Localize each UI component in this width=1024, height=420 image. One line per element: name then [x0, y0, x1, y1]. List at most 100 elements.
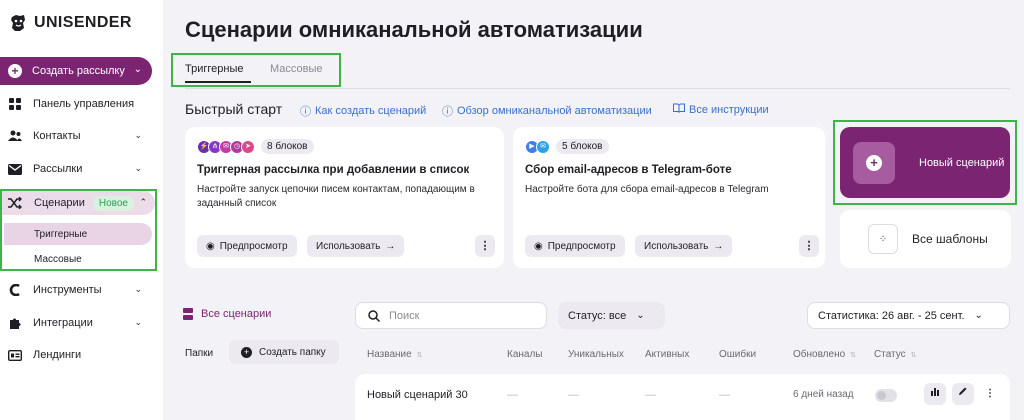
sidebar-item-integrations[interactable]: Интеграции ⌄ [0, 309, 160, 337]
tab-mass[interactable]: Массовые [270, 63, 323, 75]
chevron-down-icon[interactable]: ⌄ [134, 130, 142, 141]
preview-button[interactable]: ◉ Предпросмотр [197, 235, 297, 257]
sidebar-item-contacts[interactable]: Контакты ⌄ [0, 122, 160, 150]
logo[interactable]: UNISENDER [8, 13, 132, 33]
search-placeholder: Поиск [389, 309, 420, 322]
column-label: Активных [645, 349, 690, 360]
chevron-down-icon[interactable]: ⌄ [134, 64, 142, 75]
more-options-button[interactable]: ⋮ [475, 235, 495, 257]
all-scenarios-item[interactable]: Все сценарии [183, 308, 271, 320]
pencil-icon [959, 387, 967, 395]
unique-value: — [568, 389, 579, 401]
sidebar-item-label: Инструменты [33, 284, 102, 296]
table-row[interactable]: Новый сценарий 30 — — — — 6 дней назад ⋮ [355, 374, 1010, 420]
column-header-updated[interactable]: Обновлено ⇅ [793, 349, 856, 360]
column-label: Название [367, 349, 412, 360]
use-label: Использовать [316, 240, 381, 252]
new-scenario-button[interactable]: + Новый сценарий [840, 127, 1010, 198]
tabs-highlight-box: Триггерные Массовые [171, 53, 341, 87]
chevron-down-icon: ⌄ [974, 310, 983, 321]
more-options-button[interactable]: ⋮ [799, 235, 819, 257]
create-mailing-label: Создать рассылку [32, 65, 125, 77]
new-badge: Новое [92, 195, 134, 211]
sidebar-subitem-mass[interactable]: Массовые [4, 248, 152, 270]
mail-icon [8, 162, 22, 176]
stack-icon [183, 308, 193, 320]
link-all-guides[interactable]: Все инструкции [673, 103, 769, 116]
column-header-channels: Каналы [507, 349, 543, 360]
updated-value: 6 дней назад [793, 389, 854, 400]
sidebar-item-label: Контакты [33, 130, 81, 142]
preview-button[interactable]: ◉ Предпросмотр [525, 235, 625, 257]
main-content: Сценарии омниканальной автоматизации Три… [163, 0, 1024, 420]
column-header-status[interactable]: Статус ⇅ [874, 349, 917, 360]
logo-dog-icon [11, 15, 25, 31]
column-header-errors: Ошибки [719, 349, 756, 360]
plus-icon: + [241, 346, 252, 358]
active-value: — [645, 389, 656, 401]
column-header-unique: Уникальных [568, 349, 624, 360]
sidebar-item-mailings[interactable]: Рассылки ⌄ [0, 155, 160, 183]
shuffle-icon [8, 196, 22, 210]
blocks-count-badge: 5 блоков [556, 139, 609, 154]
sidebar-item-label: Рассылки [33, 163, 83, 175]
status-filter-label: Статус: все [568, 309, 627, 322]
sidebar-item-tools[interactable]: Инструменты ⌄ [0, 276, 160, 304]
chevron-down-icon[interactable]: ⌄ [134, 317, 142, 328]
scenario-name[interactable]: Новый сценарий 30 [367, 389, 468, 401]
stats-period-label: Статистика: 26 авг. - 25 сент. [818, 309, 965, 322]
edit-button[interactable] [952, 383, 974, 405]
column-label: Статус [874, 349, 906, 360]
create-folder-button[interactable]: + Создать папку [229, 340, 339, 364]
template-card[interactable]: ⚡ ⋔ ✉ ◷ ➤ 8 блоков Триггерная рассылка п… [185, 127, 504, 268]
column-label: Ошибки [719, 349, 757, 360]
use-template-button[interactable]: Использовать → [307, 235, 405, 257]
create-folder-label: Создать папку [259, 346, 326, 358]
arrow-right-icon: → [713, 240, 724, 252]
stats-button[interactable] [924, 383, 946, 405]
tab-trigger[interactable]: Триггерные [185, 63, 243, 75]
column-label: Обновлено [793, 349, 846, 360]
sort-icon: ⇅ [416, 351, 423, 359]
sidebar-item-dashboard[interactable]: Панель управления [0, 90, 160, 118]
status-filter-dropdown[interactable]: Статус: все ⌄ [558, 302, 665, 329]
column-header-active: Активных [645, 349, 689, 360]
sort-icon: ⇅ [910, 351, 917, 359]
tabs-divider [185, 88, 1010, 89]
chevron-down-icon[interactable]: ⌄ [134, 284, 142, 295]
preview-label: Предпросмотр [219, 240, 288, 252]
sort-icon: ⇅ [850, 351, 857, 359]
chevron-up-icon[interactable]: ⌃ [139, 197, 147, 208]
grid-icon: ⁘ [868, 224, 898, 254]
link-how-to-create[interactable]: ⓘ Как создать сценарий [300, 103, 426, 119]
preview-label: Предпросмотр [547, 240, 616, 252]
page-title: Сценарии омниканальной автоматизации [185, 17, 643, 42]
link-label: Все инструкции [689, 103, 769, 116]
use-template-button[interactable]: Использовать → [635, 235, 733, 257]
sidebar-item-landings[interactable]: Лендинги [0, 341, 160, 369]
template-card[interactable]: ▶ ✉ 5 блоков Сбор email-адресов в Telegr… [513, 127, 825, 268]
blocks-count-badge: 8 блоков [261, 139, 314, 154]
search-input[interactable]: Поиск [355, 302, 547, 329]
create-mailing-button[interactable]: + Создать рассылку ⌄ [0, 57, 152, 85]
sidebar-item-scenarios[interactable]: Сценарии Новое ⌃ [2, 191, 155, 215]
stats-period-dropdown[interactable]: Статистика: 26 авг. - 25 сент. ⌄ [807, 302, 1010, 329]
column-header-name[interactable]: Название ⇅ [367, 349, 423, 360]
channel-icons: ▶ ✉ 5 блоков [525, 139, 609, 154]
chevron-down-icon[interactable]: ⌄ [134, 163, 142, 174]
sidebar-subitem-trigger[interactable]: Триггерные [4, 223, 152, 245]
link-label: Как создать сценарий [315, 105, 427, 117]
contacts-icon [8, 129, 22, 143]
chevron-down-icon: ⌄ [636, 310, 645, 321]
column-label: Каналы [507, 349, 543, 360]
active-tab-underline [185, 81, 251, 83]
scenarios-highlight-box: Сценарии Новое ⌃ Триггерные Массовые [0, 189, 157, 271]
link-omni-overview[interactable]: ⓘ Обзор омниканальной автоматизации [442, 103, 652, 119]
plus-icon: + [8, 64, 22, 78]
status-toggle[interactable] [875, 389, 897, 402]
tools-icon [8, 283, 22, 297]
all-templates-button[interactable]: ⁘ Все шаблоны [840, 210, 1011, 268]
puzzle-icon [8, 316, 22, 330]
more-options-button[interactable]: ⋮ [979, 383, 1001, 405]
chat-icon: ✉ [536, 139, 550, 154]
